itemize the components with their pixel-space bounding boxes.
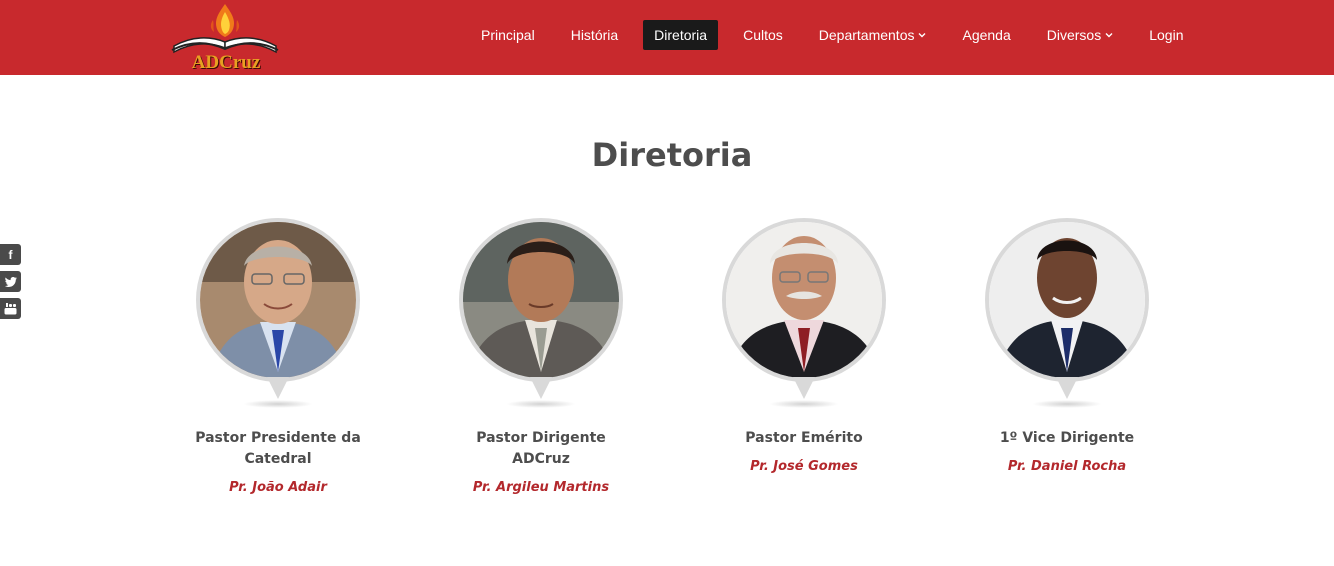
top-navbar: ADCruz Principal História Diretoria Cult… — [0, 0, 1334, 75]
member-role-line: Pastor Emérito — [745, 430, 863, 446]
member-card: Pastor Presidente da Catedral Pr. João A… — [168, 218, 388, 495]
member-role-line: ADCruz — [512, 451, 570, 467]
nav-label: História — [570, 27, 619, 43]
member-role: Pastor Presidente da Catedral — [168, 428, 388, 470]
site-logo[interactable]: ADCruz — [168, 2, 282, 73]
social-sidebar: f — [0, 244, 21, 325]
nav-item-principal[interactable]: Principal — [470, 20, 546, 50]
member-photo — [985, 218, 1149, 382]
nav-label: Cultos — [743, 27, 783, 43]
pin-pointer — [530, 377, 552, 399]
member-card: Pastor Dirigente ADCruz Pr. Argileu Mart… — [431, 218, 651, 495]
member-name: Pr. Argileu Martins — [472, 480, 610, 495]
pin-pointer — [793, 377, 815, 399]
nav-item-diversos[interactable]: Diversos — [1036, 20, 1124, 50]
member-name: Pr. Daniel Rocha — [1007, 459, 1127, 474]
member-role: Pastor Dirigente ADCruz — [431, 428, 651, 470]
nav-label: Diversos — [1046, 27, 1102, 43]
nav-label: Diretoria — [654, 27, 708, 43]
main-nav: Principal História Diretoria Cultos Depa… — [470, 20, 1209, 50]
facebook-button[interactable]: f — [0, 244, 21, 265]
nav-item-departamentos[interactable]: Departamentos — [808, 20, 938, 50]
youtube-icon — [4, 303, 17, 315]
twitter-button[interactable] — [0, 271, 21, 292]
flame-book-icon — [171, 4, 279, 54]
member-name: Pr. José Gomes — [750, 459, 858, 474]
nav-label: Agenda — [962, 27, 1011, 43]
member-role-line: 1º Vice Dirigente — [999, 430, 1135, 446]
nav-label: Departamentos — [818, 27, 915, 43]
nav-item-cultos[interactable]: Cultos — [732, 20, 794, 50]
nav-label: Principal — [481, 27, 535, 43]
member-name: Pr. João Adair — [229, 480, 327, 495]
pin-pointer — [267, 377, 289, 399]
youtube-button[interactable] — [0, 298, 21, 319]
chevron-down-icon — [1105, 33, 1113, 38]
member-role: 1º Vice Dirigente — [957, 428, 1177, 449]
pin-shadow — [769, 400, 839, 408]
member-photo — [196, 218, 360, 382]
nav-label: Login — [1149, 27, 1184, 43]
member-card: Pastor Emérito Pr. José Gomes — [694, 218, 914, 474]
logo-text: ADCruz — [191, 52, 261, 73]
nav-item-login[interactable]: Login — [1138, 20, 1194, 50]
nav-item-agenda[interactable]: Agenda — [951, 20, 1021, 50]
nav-item-diretoria[interactable]: Diretoria — [643, 20, 719, 50]
member-role-line: Catedral — [244, 451, 312, 467]
member-photo — [459, 218, 623, 382]
member-role-line: Pastor Dirigente — [476, 430, 606, 446]
member-role: Pastor Emérito — [694, 428, 914, 449]
twitter-icon — [4, 276, 17, 287]
pin-shadow — [1032, 400, 1102, 408]
nav-item-historia[interactable]: História — [560, 20, 629, 50]
facebook-icon: f — [8, 247, 13, 262]
member-card: 1º Vice Dirigente Pr. Daniel Rocha — [957, 218, 1177, 474]
member-photo — [722, 218, 886, 382]
page-title: Diretoria — [591, 136, 753, 174]
pin-shadow — [243, 400, 313, 408]
pin-pointer — [1056, 377, 1078, 399]
member-role-line: Pastor Presidente da — [195, 430, 361, 446]
chevron-down-icon — [918, 33, 926, 38]
pin-shadow — [506, 400, 576, 408]
